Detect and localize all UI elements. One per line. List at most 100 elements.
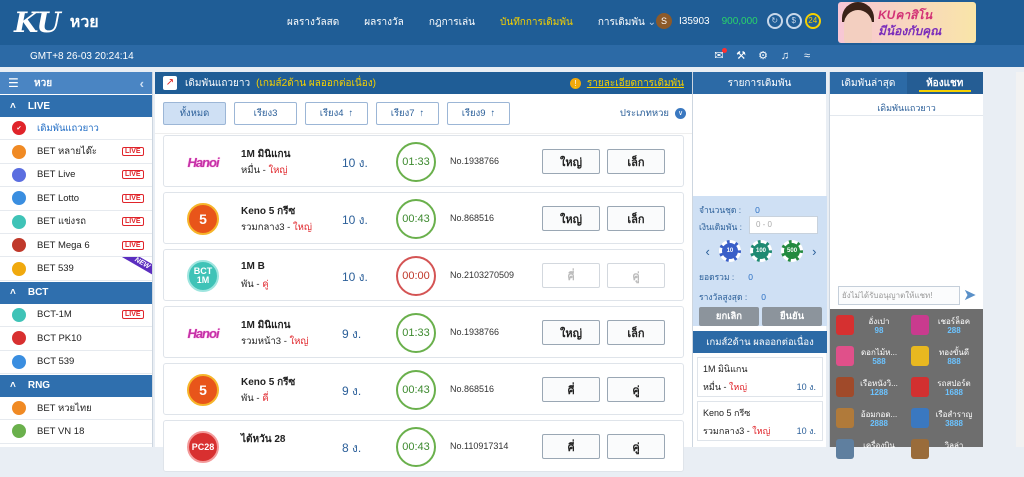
gift-item[interactable]: รถสปอร์ต 1688: [907, 375, 982, 406]
wifi-icon[interactable]: ≈: [800, 49, 814, 63]
nav-bet-record[interactable]: บันทึกการเดิมพัน: [500, 15, 573, 30]
logo[interactable]: KU หวย: [14, 6, 204, 39]
maxwin-label: รางวัลสูงสุด :: [699, 292, 748, 302]
filter-label: เรียง4: [319, 108, 344, 119]
filter-button[interactable]: เรียง9 ↑: [447, 102, 510, 125]
gift-item[interactable]: เชอร์ล็อค 288: [907, 313, 982, 344]
sidebar-item[interactable]: BCT 539: [0, 351, 152, 374]
bet-option-1-button[interactable]: ใหญ่: [542, 149, 600, 174]
nav-rules[interactable]: กฎการเล่น: [429, 15, 475, 30]
support-24-icon[interactable]: 24: [804, 13, 821, 29]
bet-option-2-button[interactable]: เล็ก: [607, 320, 665, 345]
streak-count: 10 ง.: [342, 270, 368, 284]
game-list: Hanoi 1M มินิแกน หมื่น - ใหญ่ 10 ง. 01:33 No.…: [163, 135, 684, 477]
lottery-type-dropdown[interactable]: ประเภทหวย ∨: [620, 106, 686, 121]
game-row: Hanoi 1M มินิแกน หมื่น - ใหญ่ 10 ง. 01:33 No.…: [163, 135, 684, 187]
sidebar-item[interactable]: BET Lotto LIVE: [0, 187, 152, 211]
deposit-icon[interactable]: $: [785, 13, 802, 29]
gift-price: 98: [874, 326, 884, 335]
nav-results[interactable]: ผลรางวัล: [364, 15, 404, 30]
game-name: ไต้หวัน 28: [241, 434, 286, 445]
chip-100[interactable]: 100: [750, 240, 772, 262]
mini-game-card[interactable]: Keno 5 กรีซ รวมกลาง3 - ใหญ่ 10 ง.: [697, 401, 823, 441]
bet-option-1-button[interactable]: ใหญ่: [542, 320, 600, 345]
nav-live-results[interactable]: ผลรางวัลสด: [287, 15, 339, 30]
gift-price: 1688: [945, 388, 963, 397]
collapse-icon[interactable]: ‹: [140, 76, 144, 91]
gift-item[interactable]: ทองขั้นดี 888: [907, 344, 982, 375]
live-badge: LIVE: [122, 147, 144, 157]
logo-text: PC28: [191, 442, 215, 452]
filter-button[interactable]: เรียง4 ↑: [305, 102, 368, 125]
gear-icon[interactable]: ⚙: [756, 49, 770, 63]
model-face: [844, 10, 872, 43]
sidebar-section-bct[interactable]: ˄ BCT: [0, 280, 152, 304]
nav-betting[interactable]: การเดิมพัน ⌄: [598, 15, 656, 30]
menu-icon[interactable]: ☰: [8, 76, 20, 90]
gift-item[interactable]: อ้อมกอด... 2888: [832, 406, 907, 437]
bet-option-2-button[interactable]: คู่: [607, 377, 665, 402]
chip-prev-icon[interactable]: ‹: [706, 244, 710, 259]
chat-input[interactable]: ยังไม่ได้รับอนุญาตให้แชท!: [838, 286, 960, 305]
filter-button[interactable]: เรียง7 ↑: [376, 102, 439, 125]
gift-icon: [836, 315, 854, 335]
mini-game-card[interactable]: 1M มินิแกน หมื่น - ใหญ่ 10 ง.: [697, 357, 823, 397]
sidebar-item[interactable]: BET หลายได๊ะ LIVE: [0, 140, 152, 164]
gift-item[interactable]: เรือสำราญ 3888: [907, 406, 982, 437]
tab-chat-room[interactable]: ห้องแชท: [906, 72, 983, 94]
gift-item[interactable]: อั่งเปา 98: [832, 313, 907, 344]
sidebar-item-label: BCT PK10: [37, 332, 82, 344]
sidebar-item[interactable]: ✔ เดิมพันแถวยาว: [0, 117, 152, 141]
bet-option-2-button[interactable]: เล็ก: [607, 206, 665, 231]
sidebar-item[interactable]: BET แข่งรถ LIVE: [0, 211, 152, 234]
gift-item[interactable]: วิลล่า: [907, 437, 982, 468]
bet-option-1-button[interactable]: ใหญ่: [542, 206, 600, 231]
bet-option-1-button[interactable]: คี่: [542, 377, 600, 402]
sidebar-item[interactable]: BET 539 NEW: [0, 257, 152, 281]
bet-detail-link[interactable]: ! รายละเอียดการเดิมพัน: [569, 76, 684, 91]
sidebar-item[interactable]: BET VN 18: [0, 420, 152, 444]
filter-button[interactable]: เรียง3: [234, 102, 297, 125]
sidebar-item[interactable]: BET หวยไทย: [0, 397, 152, 421]
chip-500[interactable]: 500: [781, 240, 804, 262]
gift-item[interactable]: เครื่องบิน: [832, 437, 907, 468]
gift-item[interactable]: ดอกไม้ห... 588: [832, 344, 907, 375]
logo-text: 5: [199, 382, 207, 398]
scrollbar[interactable]: [1016, 72, 1024, 447]
sidebar-item[interactable]: BET Mega 6 LIVE: [0, 234, 152, 258]
send-icon[interactable]: ➤: [963, 286, 976, 305]
gift-item[interactable]: เรือหนังวิ... 1288: [832, 375, 907, 406]
sound-icon[interactable]: ♫: [778, 49, 792, 63]
game-sub-prefix: พัน -: [241, 393, 263, 404]
countdown-timer: 00:43: [396, 199, 436, 239]
gift-price: 1288: [870, 388, 888, 397]
sort-arrow-icon: ↑: [348, 108, 354, 119]
amount-input[interactable]: 0 - 0: [749, 216, 818, 234]
bet-panel-title: รายการเดิมพัน: [693, 72, 826, 94]
mini-game-count: 10 ง.: [796, 426, 816, 436]
gift-price: 2888: [870, 419, 888, 428]
tab-latest-bets[interactable]: เดิมพันล่าสุด: [830, 72, 907, 94]
sidebar-title: หวย: [34, 77, 53, 89]
promo-title: เกมส์2ด้าน ผลออกต่อเนื่อง: [693, 331, 827, 353]
sidebar-item[interactable]: BCT-1M LIVE: [0, 304, 152, 328]
sidebar-section-live[interactable]: ˄ LIVE: [0, 94, 152, 117]
casino-banner[interactable]: KUคาสิโน มีน้องกับคุณ: [838, 2, 976, 43]
sidebar-item[interactable]: BET Live LIVE: [0, 164, 152, 188]
game-sub-value: ใหญ่: [268, 165, 288, 176]
lottery-type-label: ประเภทหวย: [619, 108, 669, 119]
sidebar-section-rng[interactable]: ˄ RNG: [0, 373, 152, 397]
avatar[interactable]: S: [656, 13, 672, 29]
tools-icon[interactable]: ⚒: [734, 49, 748, 63]
sidebar-item[interactable]: BCT PK10: [0, 327, 152, 351]
chip-10[interactable]: 10: [718, 240, 741, 262]
refresh-icon[interactable]: ↻: [766, 13, 783, 29]
chip-next-icon[interactable]: ›: [812, 244, 816, 259]
cancel-button[interactable]: ยกเลิก: [699, 307, 759, 326]
confirm-button[interactable]: ยืนยัน: [762, 307, 822, 326]
filter-button[interactable]: ทั้งหมด: [163, 102, 226, 125]
mail-icon[interactable]: ✉: [712, 48, 727, 63]
bet-option-2-button[interactable]: เล็ก: [607, 149, 665, 174]
live-badge: LIVE: [122, 240, 144, 250]
hanoi-logo-icon: Hanoi: [187, 317, 219, 349]
